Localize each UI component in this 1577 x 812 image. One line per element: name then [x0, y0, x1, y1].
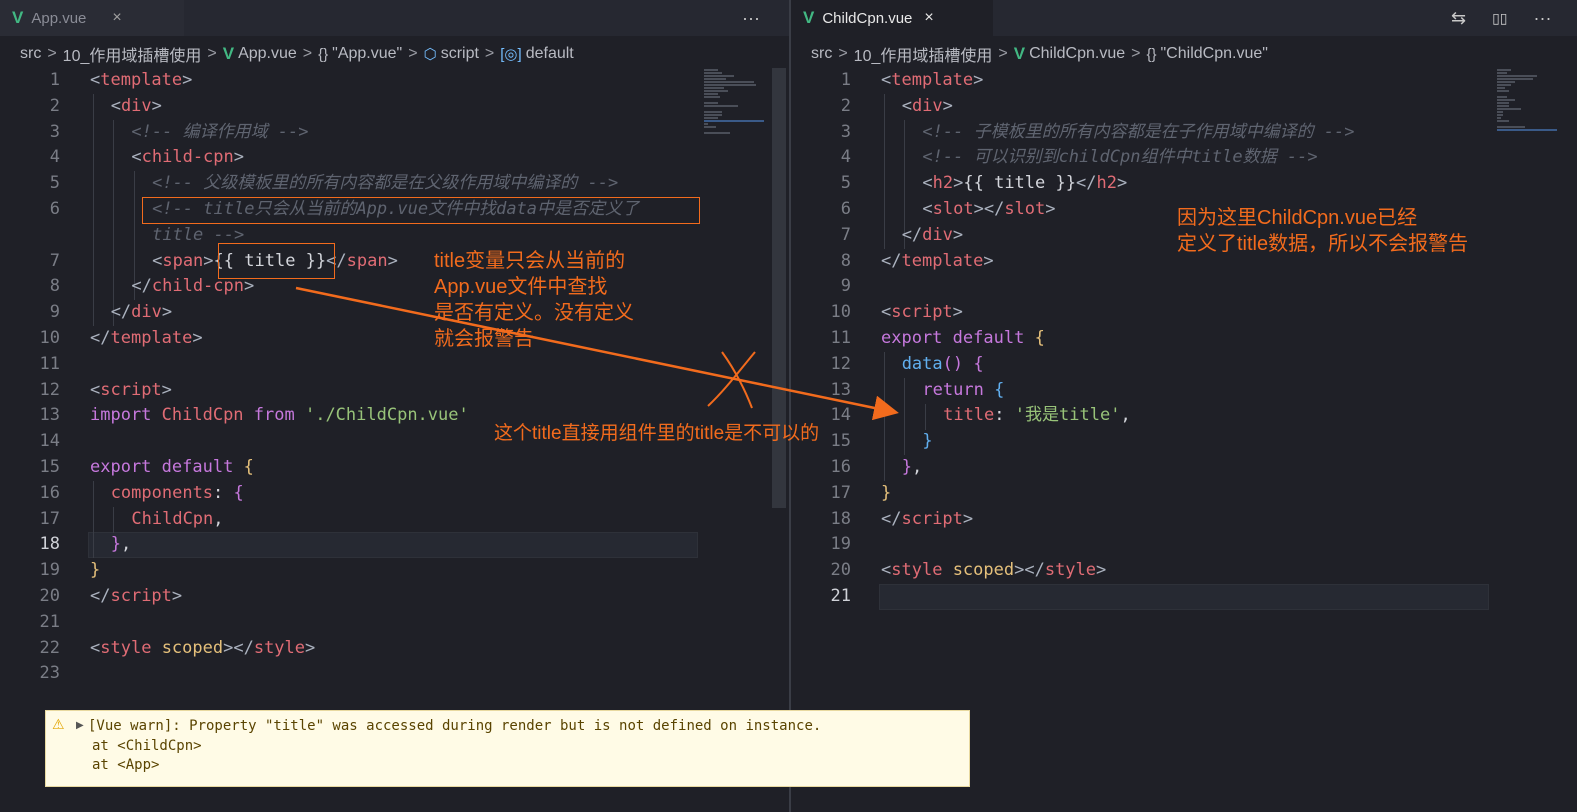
- warning-message: [Vue warn]: Property "title" was accesse…: [88, 718, 822, 734]
- stack-trace-line: at <ChildCpn>: [92, 738, 202, 754]
- warning-icon: ⚠: [52, 717, 65, 733]
- stack-trace-line: at <App>: [92, 757, 160, 773]
- console-warning: ⚠ ▶ [Vue warn]: Property "title" was acc…: [45, 710, 970, 787]
- arrow-line: [295, 286, 899, 421]
- expand-toggle-icon[interactable]: ▶: [76, 720, 84, 731]
- annotation-arrow: [295, 286, 899, 421]
